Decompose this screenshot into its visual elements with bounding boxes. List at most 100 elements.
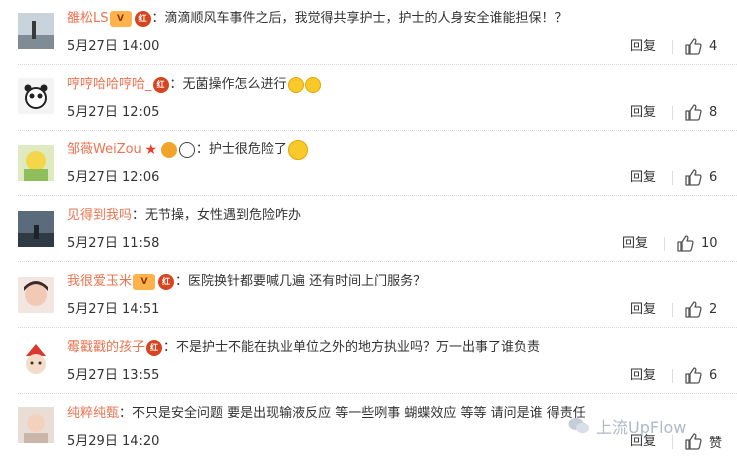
thumbs-up-icon (685, 38, 702, 55)
comment-time: 5月27日 14:51 (67, 302, 160, 317)
like-count: 10 (701, 235, 718, 251)
like-count: 赞 (709, 435, 723, 451)
vip-badge[interactable]: V (133, 274, 156, 290)
like-button[interactable]: 10 (676, 233, 718, 253)
laugh-emoji-icon (304, 77, 321, 93)
fox-badge[interactable] (160, 142, 177, 158)
comment-line: 雒松LS V 红 ：滴滴顺风车事件之后，我觉得共享护士，护士的人身安全谁能担保！… (67, 9, 568, 29)
comment-text: ：不是护士不能在执业单位之外的地方执业吗？万一出事了谁负责 (163, 340, 541, 355)
row-divider (18, 64, 737, 65)
avatar[interactable] (18, 277, 54, 313)
activity-badge[interactable]: 红 (152, 77, 169, 93)
like-button[interactable]: 6 (684, 365, 717, 385)
comment-time: 5月29日 14:20 (67, 434, 160, 449)
like-button[interactable]: 2 (684, 299, 717, 319)
thumbs-up-icon (685, 433, 702, 450)
comment-line: 我很爱玉米 V 红 ：医院换针都要喊几遍 还有时间上门服务？ (67, 272, 426, 292)
avatar-image (18, 145, 54, 181)
activity-badge[interactable]: 红 (146, 340, 163, 356)
watermark-text: 上流UpFlow (596, 418, 687, 437)
vip-badge[interactable]: V (109, 11, 132, 27)
reply-button[interactable]: 回复 (630, 301, 656, 319)
avatar[interactable] (18, 13, 54, 49)
comment-text: ：不只是安全问题 要是出现输液反应 等一些咧事 蝴蝶效应 等等 请问是谁 得责任 (119, 406, 586, 421)
avatar-image (18, 277, 54, 313)
like-button[interactable]: 4 (684, 36, 717, 56)
comment-line: 见得到我吗 ：无节操，女性遇到危险咋办 (67, 206, 301, 226)
thumbs-up-icon (685, 301, 702, 318)
reply-button[interactable]: 回复 (630, 367, 656, 385)
username-link[interactable]: 我很爱玉米 (67, 272, 132, 292)
crying-laugh-emoji-icon (287, 140, 308, 160)
row-divider (18, 327, 737, 328)
like-count: 4 (709, 38, 718, 54)
comment-time: 5月27日 11:58 (67, 236, 160, 251)
avatar[interactable] (18, 407, 54, 443)
like-button[interactable]: 8 (684, 102, 717, 122)
laugh-emoji-icon (287, 77, 304, 93)
comment-item: 邹薇WeiZou ★ ：护士很危险了 5月27日 12:06 回复 6 (0, 131, 737, 196)
divider (672, 369, 673, 383)
divider (672, 171, 673, 185)
thumbs-up-icon (677, 235, 694, 252)
comment-time: 5月27日 12:06 (67, 170, 160, 185)
comment-text: ：护士很危险了 (195, 142, 287, 157)
comment-line: 霉戳戳的孩子 红 ：不是护士不能在执业单位之外的地方执业吗？万一出事了谁负责 (67, 338, 540, 358)
thumbs-up-icon (685, 169, 702, 186)
row-divider (18, 195, 737, 196)
comment-line: 纯粹纯甄 ：不只是安全问题 要是出现输液反应 等一些咧事 蝴蝶效应 等等 请问是… (67, 404, 586, 424)
comment-time: 5月27日 14:00 (67, 39, 160, 54)
row-divider (18, 393, 737, 394)
activity-badge[interactable]: 红 (134, 11, 151, 27)
username-link[interactable]: 见得到我吗 (67, 206, 132, 226)
comment-item: 见得到我吗 ：无节操，女性遇到危险咋办 5月27日 11:58 回复 10 (0, 197, 737, 262)
like-count: 2 (709, 301, 718, 317)
divider (664, 237, 665, 251)
divider (672, 40, 673, 54)
comment-line: 哼哼哈哈哼哈_ 红 ：无菌操作怎么进行 (67, 75, 321, 95)
comment-item: 霉戳戳的孩子 红 ：不是护士不能在执业单位之外的地方执业吗？万一出事了谁负责 5… (0, 329, 737, 394)
reply-button[interactable]: 回复 (630, 104, 656, 122)
reply-button[interactable]: 回复 (622, 235, 648, 253)
like-count: 8 (709, 104, 718, 120)
comment-line: 邹薇WeiZou ★ ：护士很危险了 (67, 140, 308, 160)
divider (672, 303, 673, 317)
thumbs-up-icon (685, 104, 702, 121)
like-button[interactable]: 6 (684, 167, 717, 187)
avatar-image (18, 211, 54, 247)
username-link[interactable]: 哼哼哈哈哼哈_ (67, 75, 152, 95)
comment-item: 哼哼哈哈哼哈_ 红 ：无菌操作怎么进行 5月27日 12:05 回复 8 (0, 66, 737, 131)
avatar-image (18, 342, 54, 378)
panda-badge[interactable] (178, 142, 195, 158)
reply-button[interactable]: 回复 (630, 38, 656, 56)
avatar-image (18, 13, 54, 49)
comment-item: 雒松LS V 红 ：滴滴顺风车事件之后，我觉得共享护士，护士的人身安全谁能担保！… (0, 0, 737, 65)
avatar[interactable] (18, 145, 54, 181)
star-badge[interactable]: ★ (143, 142, 159, 158)
username-link[interactable]: 霉戳戳的孩子 (67, 338, 145, 358)
comment-list: 雒松LS V 红 ：滴滴顺风车事件之后，我觉得共享护士，护士的人身安全谁能担保！… (0, 0, 737, 462)
username-link[interactable]: 邹薇WeiZou (67, 140, 142, 160)
username-link[interactable]: 雒松LS (67, 9, 109, 29)
like-count: 6 (709, 169, 718, 185)
row-divider (18, 261, 737, 262)
comment-text: ：医院换针都要喊几遍 还有时间上门服务？ (175, 274, 427, 289)
activity-badge[interactable]: 红 (158, 274, 175, 290)
watermark: 上流UpFlow (568, 414, 686, 438)
avatar-image (18, 407, 54, 443)
avatar[interactable] (18, 78, 54, 114)
like-button[interactable]: 赞 (684, 431, 722, 451)
avatar[interactable] (18, 211, 54, 247)
reply-button[interactable]: 回复 (630, 169, 656, 187)
comment-text: ：无菌操作怎么进行 (169, 77, 287, 92)
avatar[interactable] (18, 342, 54, 378)
comment-text: ：无节操，女性遇到危险咋办 (132, 208, 302, 223)
thumbs-up-icon (685, 367, 702, 384)
wechat-icon (568, 418, 589, 434)
like-count: 6 (709, 367, 718, 383)
divider (672, 106, 673, 120)
comment-text: ：滴滴顺风车事件之后，我觉得共享护士，护士的人身安全谁能担保！？ (151, 11, 568, 26)
username-link[interactable]: 纯粹纯甄 (67, 404, 119, 424)
comment-item: 我很爱玉米 V 红 ：医院换针都要喊几遍 还有时间上门服务？ 5月27日 14:… (0, 263, 737, 328)
comment-time: 5月27日 13:55 (67, 368, 160, 383)
